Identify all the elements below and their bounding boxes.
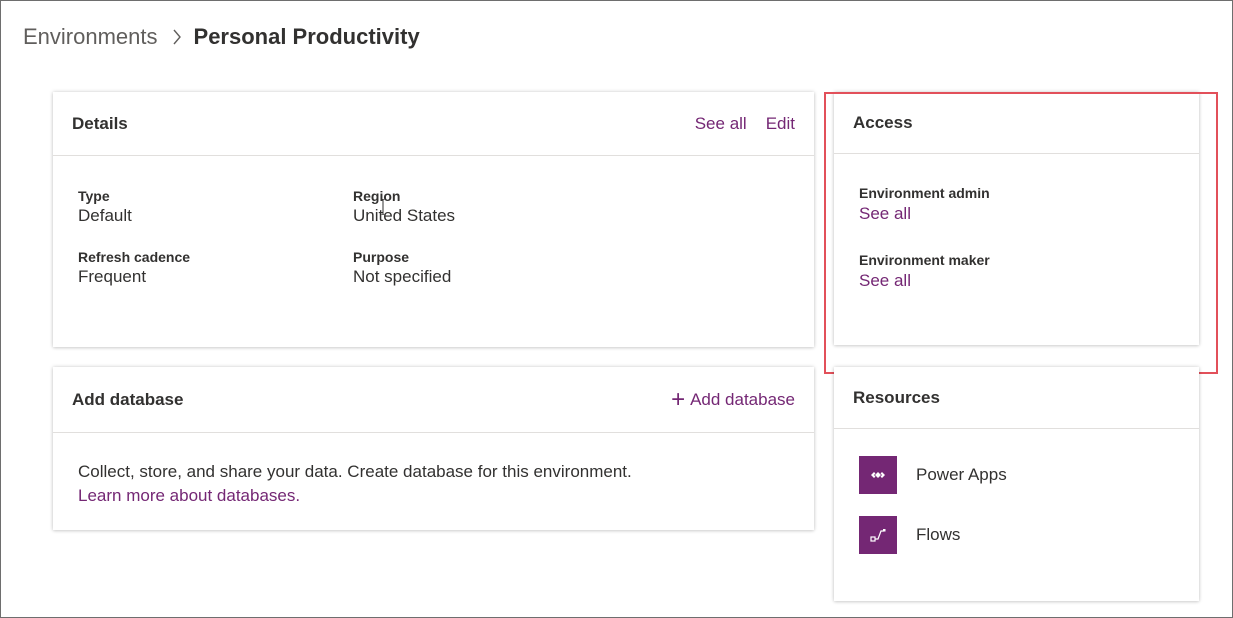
page-title: Personal Productivity: [193, 24, 420, 49]
text-cursor-icon: [381, 199, 385, 215]
field-refresh-cadence: Refresh cadence Frequent: [78, 249, 353, 288]
power-apps-icon: [859, 456, 897, 494]
add-database-button-label: Add database: [690, 389, 795, 409]
learn-more-databases-link[interactable]: Learn more about databases.: [78, 484, 632, 508]
details-actions: See all Edit: [676, 114, 795, 134]
chevron-right-icon: [172, 29, 182, 45]
access-maker-label: Environment maker: [859, 252, 990, 268]
access-card: Access Environment admin See all Environ…: [834, 92, 1199, 345]
access-item-maker: Environment maker See all: [859, 252, 990, 292]
resources-card: Resources Power Apps Flows: [834, 367, 1199, 601]
add-database-description: Collect, store, and share your data. Cre…: [78, 462, 632, 481]
details-header: Details See all Edit: [53, 92, 814, 156]
field-purpose: Purpose Not specified: [353, 249, 628, 288]
details-card: Details See all Edit Type Default Region…: [53, 92, 814, 347]
field-refresh-cadence-value: Frequent: [78, 267, 147, 286]
details-see-all-link[interactable]: See all: [695, 114, 747, 134]
add-database-button[interactable]: + Add database: [671, 386, 795, 413]
resources-list: Power Apps Flows: [859, 456, 1007, 576]
breadcrumb-environments-link[interactable]: Environments: [23, 24, 158, 50]
field-type-label: Type: [78, 188, 110, 204]
resources-title: Resources: [853, 387, 940, 407]
details-fields: Type Default Region United States Refres…: [78, 188, 628, 288]
access-list: Environment admin See all Environment ma…: [859, 185, 990, 319]
access-item-admin: Environment admin See all: [859, 185, 990, 225]
details-title: Details: [72, 113, 128, 133]
access-title: Access: [853, 112, 913, 132]
field-type-value: Default: [78, 206, 132, 225]
details-edit-link[interactable]: Edit: [766, 114, 795, 134]
resource-item-flows[interactable]: Flows: [859, 516, 1007, 554]
field-purpose-value: Not specified: [353, 267, 452, 286]
add-database-body: Collect, store, and share your data. Cre…: [78, 460, 632, 508]
field-type: Type Default: [78, 188, 353, 227]
access-header: Access: [834, 92, 1199, 154]
access-admin-label: Environment admin: [859, 185, 990, 201]
field-region: Region United States: [353, 188, 628, 227]
resource-power-apps-label: Power Apps: [916, 465, 1007, 484]
access-maker-see-all-link[interactable]: See all: [859, 270, 990, 292]
field-refresh-cadence-label: Refresh cadence: [78, 249, 191, 265]
resource-item-power-apps[interactable]: Power Apps: [859, 456, 1007, 494]
field-purpose-label: Purpose: [353, 249, 410, 265]
access-admin-see-all-link[interactable]: See all: [859, 203, 990, 225]
add-database-card: Add database + Add database Collect, sto…: [53, 367, 814, 530]
add-database-title: Add database: [72, 389, 184, 409]
flows-icon: [859, 516, 897, 554]
resources-header: Resources: [834, 367, 1199, 429]
add-database-header: Add database + Add database: [53, 367, 814, 433]
resource-flows-label: Flows: [916, 525, 961, 544]
field-region-value: United States: [353, 206, 456, 225]
breadcrumb: Environments Personal Productivity: [23, 24, 420, 50]
plus-icon: +: [671, 386, 686, 413]
field-region-label: Region: [353, 188, 401, 204]
